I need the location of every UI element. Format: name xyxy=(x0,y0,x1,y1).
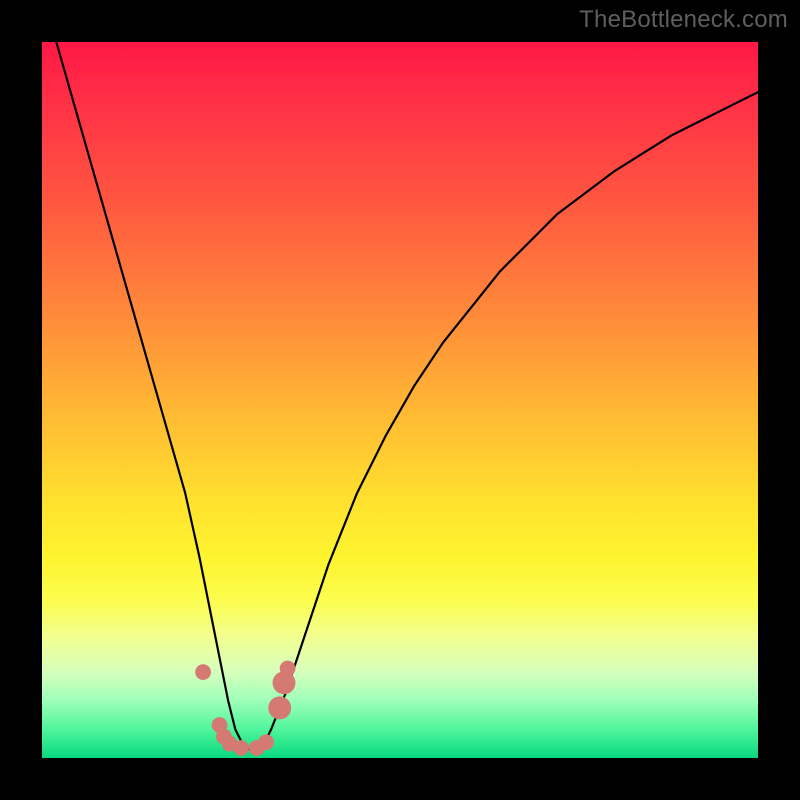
chart-frame: TheBottleneck.com xyxy=(0,0,800,800)
plot-area xyxy=(42,42,758,758)
watermark-text: TheBottleneck.com xyxy=(579,6,788,34)
curve-marker xyxy=(280,661,296,677)
bottleneck-curve-path xyxy=(56,42,758,749)
curve-marker xyxy=(258,734,274,750)
curve-marker xyxy=(195,664,211,680)
curve-markers xyxy=(195,661,295,756)
curve-marker xyxy=(233,740,249,756)
curve-svg xyxy=(42,42,758,758)
curve-marker xyxy=(268,696,291,719)
